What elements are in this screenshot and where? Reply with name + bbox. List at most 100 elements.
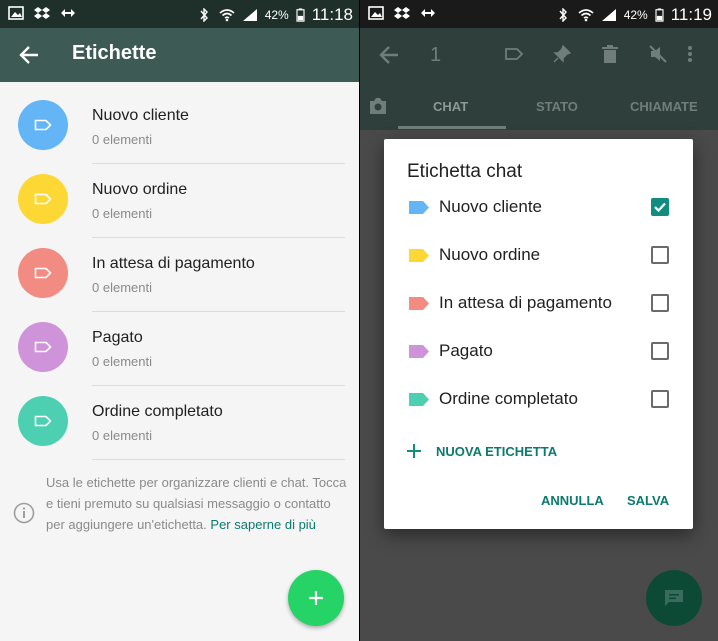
label-icon[interactable]	[504, 44, 524, 64]
label-color-circle	[18, 322, 68, 372]
label-name: Ordine completato	[92, 403, 223, 420]
new-label-text: NUOVA ETICHETTA	[436, 443, 558, 459]
dialog-title: Etichetta chat	[407, 161, 523, 182]
main-tabs: CHAT STATO CHIAMATE	[360, 82, 718, 130]
message-icon	[665, 590, 683, 606]
back-arrow-icon[interactable]	[378, 44, 400, 66]
bluetooth-icon	[200, 8, 208, 22]
active-tab-indicator	[398, 126, 506, 129]
label-row[interactable]: Ordine completato 0 elementi	[0, 386, 359, 460]
label-option-name: Nuovo cliente	[439, 197, 543, 216]
label-row[interactable]: Pagato 0 elementi	[0, 312, 359, 386]
label-checkbox[interactable]	[651, 342, 669, 360]
label-color-circle	[18, 248, 68, 298]
label-color-circle	[18, 100, 68, 150]
label-tag-icon	[409, 201, 429, 214]
app-bar: Etichette	[0, 28, 359, 82]
gallery-notification-icon	[8, 6, 24, 20]
learn-more-link[interactable]: Per saperne di più	[210, 517, 316, 532]
data-transfer-icon	[61, 9, 75, 17]
tab-chat[interactable]: CHAT	[433, 99, 468, 114]
tab-status[interactable]: STATO	[536, 99, 578, 114]
label-option[interactable]: Nuovo cliente	[384, 184, 693, 232]
signal-icon	[242, 9, 257, 21]
label-row[interactable]: Nuovo ordine 0 elementi	[0, 164, 359, 238]
plus-icon	[407, 444, 421, 458]
pin-icon[interactable]	[552, 44, 572, 64]
label-option[interactable]: In attesa di pagamento	[384, 280, 693, 328]
label-checkbox[interactable]	[651, 294, 669, 312]
battery-percent: 42%	[264, 8, 289, 22]
new-chat-button[interactable]	[646, 570, 702, 626]
new-label-button[interactable]: NUOVA ETICHETTA	[406, 439, 557, 463]
label-option-name: Nuovo ordine	[439, 245, 541, 264]
label-count: 0 elementi	[92, 428, 152, 443]
label-name: Pagato	[92, 329, 143, 346]
more-options-icon[interactable]	[686, 44, 694, 64]
label-color-circle	[18, 174, 68, 224]
cancel-button[interactable]: ANNULLA	[541, 493, 604, 508]
back-arrow-icon[interactable]	[18, 44, 40, 66]
label-option-name: Pagato	[439, 341, 493, 360]
battery-icon	[655, 8, 664, 22]
label-color-circle	[18, 396, 68, 446]
label-row[interactable]: In attesa di pagamento 0 elementi	[0, 238, 359, 312]
gallery-notification-icon	[368, 6, 384, 20]
plus-icon	[309, 591, 323, 605]
label-row[interactable]: Nuovo cliente 0 elementi	[0, 90, 359, 164]
label-option[interactable]: Pagato	[384, 328, 693, 376]
label-icon	[34, 267, 52, 279]
labels-screen: 42% 11:18 Etichette Nuovo cliente 0 eleme…	[0, 0, 359, 641]
label-name: Nuovo cliente	[92, 107, 189, 124]
wifi-icon	[219, 9, 235, 22]
bluetooth-icon	[559, 8, 567, 22]
status-bar: 42% 11:18	[0, 0, 359, 28]
label-count: 0 elementi	[92, 206, 152, 221]
dropbox-icon	[34, 7, 50, 19]
checkmark-icon	[654, 202, 666, 213]
dropbox-icon	[394, 7, 410, 19]
label-checkbox[interactable]	[651, 246, 669, 264]
label-icon	[34, 119, 52, 131]
label-name: In attesa di pagamento	[92, 255, 255, 272]
label-tag-icon	[409, 297, 429, 310]
add-label-button[interactable]	[288, 570, 344, 626]
camera-icon[interactable]	[368, 97, 388, 115]
label-count: 0 elementi	[92, 132, 152, 147]
label-icon	[34, 341, 52, 353]
label-tag-icon	[409, 393, 429, 406]
signal-icon	[601, 9, 616, 21]
wifi-icon	[578, 9, 594, 22]
info-icon	[13, 502, 35, 524]
tab-calls[interactable]: CHIAMATE	[630, 99, 698, 114]
label-chat-dialog: Etichetta chat Nuovo cliente Nuovo ordine…	[384, 139, 693, 529]
clock: 11:18	[311, 5, 353, 24]
clock: 11:19	[670, 5, 712, 24]
label-tag-icon	[409, 249, 429, 262]
label-count: 0 elementi	[92, 354, 152, 369]
battery-percent: 42%	[623, 8, 648, 22]
labels-list: Nuovo cliente 0 elementi Nuovo ordine 0 ele…	[0, 90, 359, 460]
label-icon	[34, 415, 52, 427]
status-bar: 42% 11:19	[360, 0, 718, 28]
save-button[interactable]: SALVA	[627, 493, 669, 508]
labels-hint: Usa le etichette per organizzare clienti…	[46, 472, 347, 535]
page-title: Etichette	[72, 42, 157, 64]
label-option[interactable]: Ordine completato	[384, 376, 693, 424]
label-checkbox[interactable]	[651, 198, 669, 216]
label-icon	[34, 193, 52, 205]
label-name: Nuovo ordine	[92, 181, 188, 198]
chats-screen-with-dialog: 42% 11:19 1 CHAT STATO CHIAMATE Etichett…	[360, 0, 718, 641]
label-option-name: In attesa di pagamento	[439, 293, 612, 312]
label-tag-icon	[409, 345, 429, 358]
divider	[92, 459, 345, 460]
selected-count: 1	[430, 44, 442, 66]
label-checkbox[interactable]	[651, 390, 669, 408]
label-count: 0 elementi	[92, 280, 152, 295]
label-option[interactable]: Nuovo ordine	[384, 232, 693, 280]
delete-icon[interactable]	[600, 44, 620, 64]
label-option-name: Ordine completato	[439, 389, 578, 408]
data-transfer-icon	[421, 9, 435, 17]
battery-icon	[296, 8, 305, 22]
mute-icon[interactable]	[648, 44, 668, 64]
